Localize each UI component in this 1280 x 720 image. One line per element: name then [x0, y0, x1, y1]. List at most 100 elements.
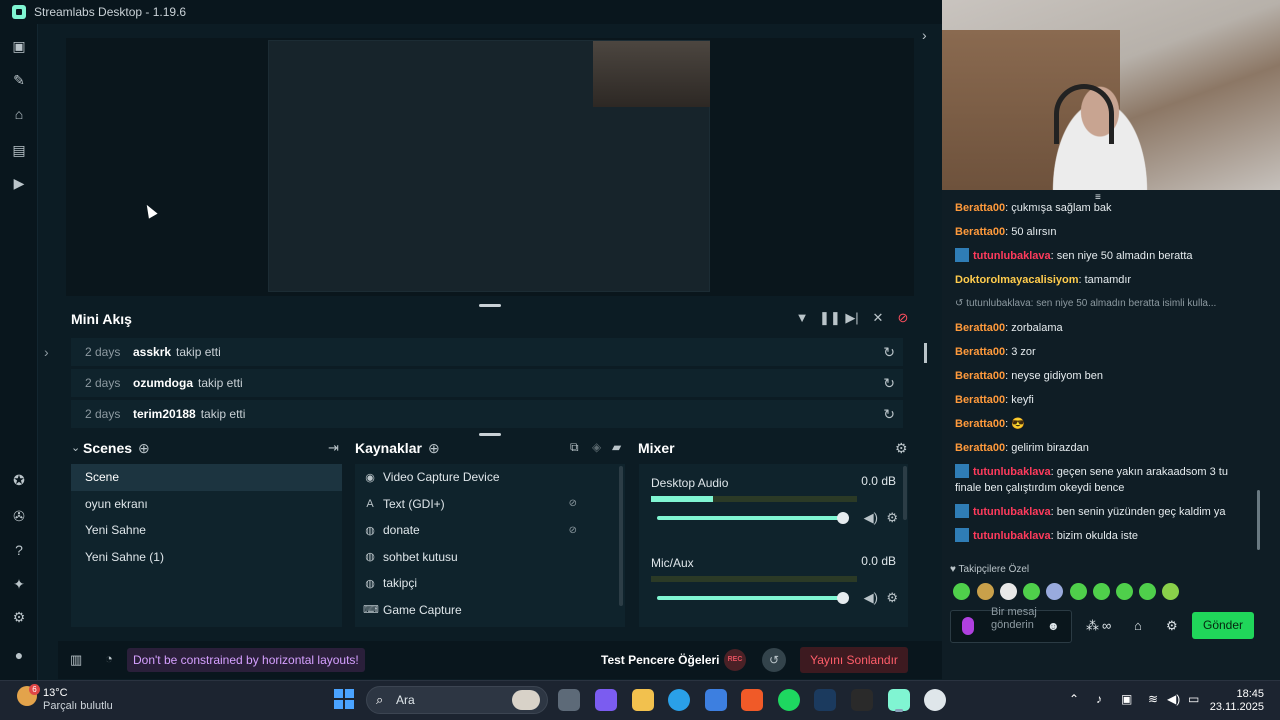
resize-handle[interactable] — [479, 433, 501, 436]
source-item[interactable]: ⌨ Game Capture — [355, 597, 625, 624]
sparkle-icon[interactable]: ✦ — [11, 576, 27, 592]
chat-username[interactable]: Beratta00 — [955, 370, 1005, 382]
group-icon[interactable]: ◈ — [592, 440, 601, 454]
emote[interactable] — [953, 583, 970, 600]
skip-icon[interactable]: ▶| — [844, 310, 860, 326]
edge-icon[interactable] — [668, 689, 690, 711]
chat-username[interactable]: Beratta00 — [955, 202, 1005, 214]
emote[interactable] — [1162, 583, 1179, 600]
chat-username[interactable]: tutunlubaklava — [973, 250, 1051, 262]
sources-scrollbar[interactable] — [619, 466, 623, 606]
chevron-right-icon[interactable]: › — [44, 344, 49, 360]
slider-knob[interactable] — [837, 592, 849, 604]
notification-icon[interactable]: ◔ — [105, 651, 113, 666]
chat-username[interactable]: Beratta00 — [955, 226, 1005, 238]
volume-icon[interactable]: ◀) — [864, 590, 878, 606]
replay-buffer-button[interactable]: ↺ — [762, 648, 786, 672]
scene-item[interactable]: Yeni Sahne (1) — [71, 544, 342, 571]
copilot-icon[interactable] — [595, 689, 617, 711]
volume-icon[interactable]: ◀) — [864, 510, 878, 526]
clock[interactable]: 18:45 — [1212, 688, 1264, 700]
end-stream-button[interactable]: Yayını Sonlandır — [800, 647, 908, 673]
source-item[interactable]: ◍ sohbet kutusu — [355, 544, 625, 571]
add-scene-icon[interactable]: ⊕ — [138, 440, 150, 457]
mic-tray-icon[interactable]: ♪ — [1096, 692, 1102, 706]
ai-icon[interactable]: ✪ — [11, 472, 27, 488]
editor-icon[interactable]: ▣ — [11, 38, 27, 54]
source-item[interactable]: ◍ donate ⊘ — [355, 517, 625, 544]
resize-handle[interactable] — [479, 304, 501, 307]
task-view-icon[interactable] — [558, 689, 580, 711]
file-explorer-icon[interactable] — [632, 689, 654, 711]
chevron-up-icon[interactable]: ⌃ — [1069, 692, 1079, 706]
source-item[interactable]: ◍ takipçi — [355, 570, 625, 597]
emote[interactable] — [1139, 583, 1156, 600]
scrollbar[interactable] — [924, 343, 927, 363]
filter-icon[interactable]: ▼ — [794, 310, 810, 326]
volume-slider[interactable] — [657, 512, 849, 524]
date[interactable]: 23.11.2025 — [1200, 701, 1264, 713]
channel-settings-icon[interactable]: ⚙ — [886, 590, 898, 606]
test-widgets-label[interactable]: Test Pencere Öğeleri — [601, 653, 720, 667]
emote[interactable] — [1093, 583, 1110, 600]
volume-slider[interactable] — [657, 592, 849, 604]
emoji-icon[interactable]: ☻ — [1047, 619, 1060, 633]
chat-settings-icon[interactable]: ⚙ — [1166, 618, 1178, 634]
wifi-icon[interactable]: ≋ — [1148, 692, 1158, 706]
replay-icon[interactable]: ↻ — [883, 344, 895, 361]
mixer-scrollbar[interactable] — [903, 466, 907, 520]
rec-button[interactable]: REC — [724, 649, 746, 671]
emote[interactable] — [1000, 583, 1017, 600]
points-icon[interactable]: ⁂ — [1086, 618, 1099, 634]
profile-icon[interactable]: ● — [11, 647, 27, 663]
send-button[interactable]: Gönder — [1192, 612, 1254, 639]
chat-username[interactable]: Doktorolmayacalisiyom — [955, 274, 1079, 286]
start-icon[interactable] — [334, 689, 354, 709]
tray-app-icon[interactable]: ▣ — [1121, 692, 1132, 706]
themes-icon[interactable]: ✎ — [11, 72, 27, 88]
hidden-eye-icon[interactable]: ⊘ — [569, 525, 577, 536]
obs-icon[interactable] — [924, 689, 946, 711]
disable-alerts-icon[interactable]: ⊘ — [895, 310, 911, 326]
store-icon[interactable]: ⌂ — [11, 106, 27, 122]
emote[interactable] — [1116, 583, 1133, 600]
replay-icon[interactable]: ↻ — [883, 375, 895, 392]
chat-username[interactable]: Beratta00 — [955, 442, 1005, 454]
store-icon[interactable]: ⌂ — [1134, 618, 1142, 633]
scene-item[interactable]: Scene — [71, 464, 342, 491]
source-item[interactable]: ◉ Video Capture Device — [355, 464, 625, 491]
tip-banner[interactable]: Don't be constrained by horizontal layou… — [127, 648, 365, 672]
chevron-right-icon[interactable]: › — [922, 27, 927, 43]
volume-tray-icon[interactable]: ◀) — [1167, 692, 1180, 706]
battery-icon[interactable]: ▭ — [1188, 692, 1199, 706]
mixer-settings-icon[interactable]: ⚙ — [895, 440, 908, 457]
highlighter-icon[interactable]: ▤ — [11, 142, 27, 158]
infinity-icon[interactable]: ∞ — [1102, 618, 1111, 633]
chat-username[interactable]: Beratta00 — [955, 322, 1005, 334]
steam-icon[interactable] — [814, 689, 836, 711]
scene-item[interactable]: oyun ekranı — [71, 491, 342, 518]
stats-icon[interactable]: ▥ — [70, 652, 82, 668]
pause-icon[interactable]: ❚❚ — [819, 310, 841, 326]
slider-knob[interactable] — [837, 512, 849, 524]
mute-alerts-icon[interactable]: ✕ — [870, 310, 886, 326]
chat-username[interactable]: tutunlubaklava — [973, 530, 1051, 542]
chat-username[interactable]: tutunlubaklava — [973, 466, 1051, 478]
emote[interactable] — [1070, 583, 1087, 600]
chat-username[interactable]: tutunlubaklava — [973, 506, 1051, 518]
store-app-icon[interactable] — [705, 689, 727, 711]
emote[interactable] — [1023, 583, 1040, 600]
chat-username[interactable]: Beratta00 — [955, 418, 1005, 430]
help-icon[interactable]: ? — [11, 542, 27, 558]
collapse-icon[interactable]: ⌄ — [71, 441, 80, 454]
settings-icon[interactable]: ⚙ — [11, 609, 27, 625]
brave-icon[interactable] — [741, 689, 763, 711]
scene-item[interactable]: Yeni Sahne — [71, 517, 342, 544]
transition-icon[interactable]: ⇥ — [328, 440, 339, 456]
epic-games-icon[interactable] — [851, 689, 873, 711]
chat-scrollbar[interactable] — [1257, 490, 1260, 550]
mic-icon[interactable] — [962, 617, 974, 635]
hidden-eye-icon[interactable]: ⊘ — [569, 498, 577, 509]
chat-username[interactable]: Beratta00 — [955, 394, 1005, 406]
chat-username[interactable]: Beratta00 — [955, 346, 1005, 358]
